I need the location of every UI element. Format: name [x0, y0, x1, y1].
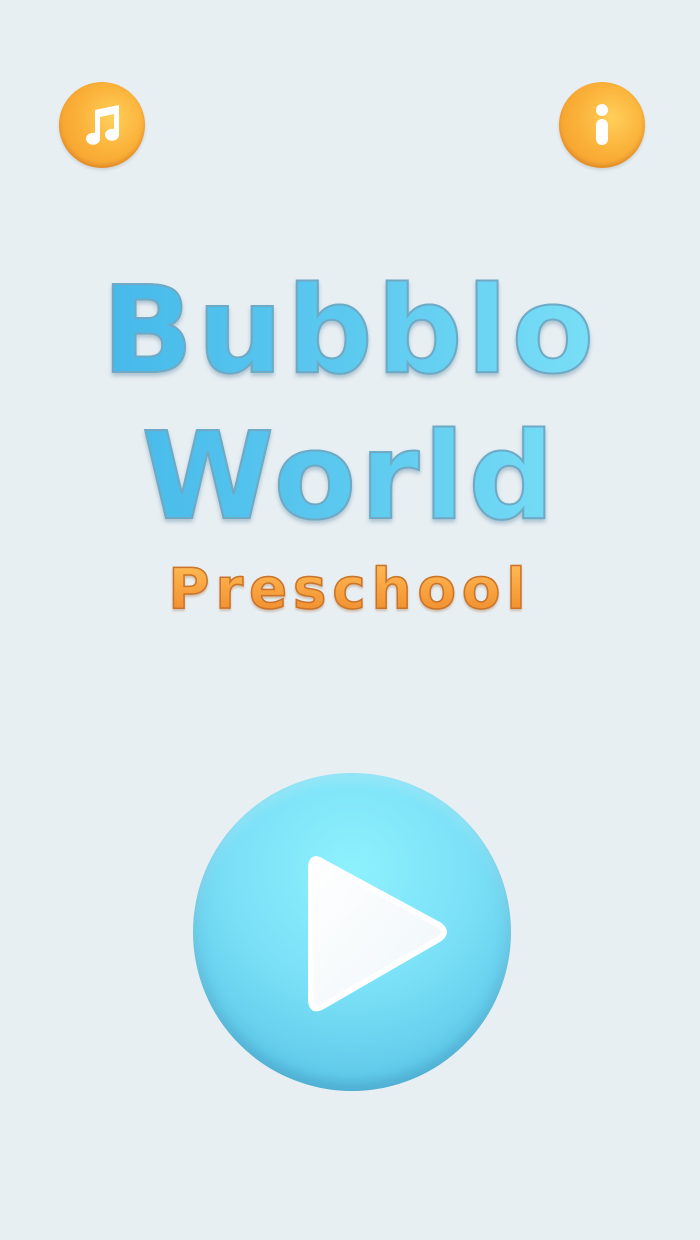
info-icon	[592, 103, 612, 147]
play-icon	[308, 856, 447, 1012]
game-subtitle: Preschool	[0, 561, 700, 619]
music-toggle-button[interactable]	[59, 82, 145, 168]
game-title-line2: World	[0, 417, 700, 539]
game-title-line1: Bubblo	[0, 271, 700, 393]
main-menu-screen: Bubblo World Preschool	[0, 0, 700, 1240]
music-note-icon	[77, 100, 127, 150]
play-button[interactable]	[193, 773, 511, 1091]
info-button[interactable]	[559, 82, 645, 168]
